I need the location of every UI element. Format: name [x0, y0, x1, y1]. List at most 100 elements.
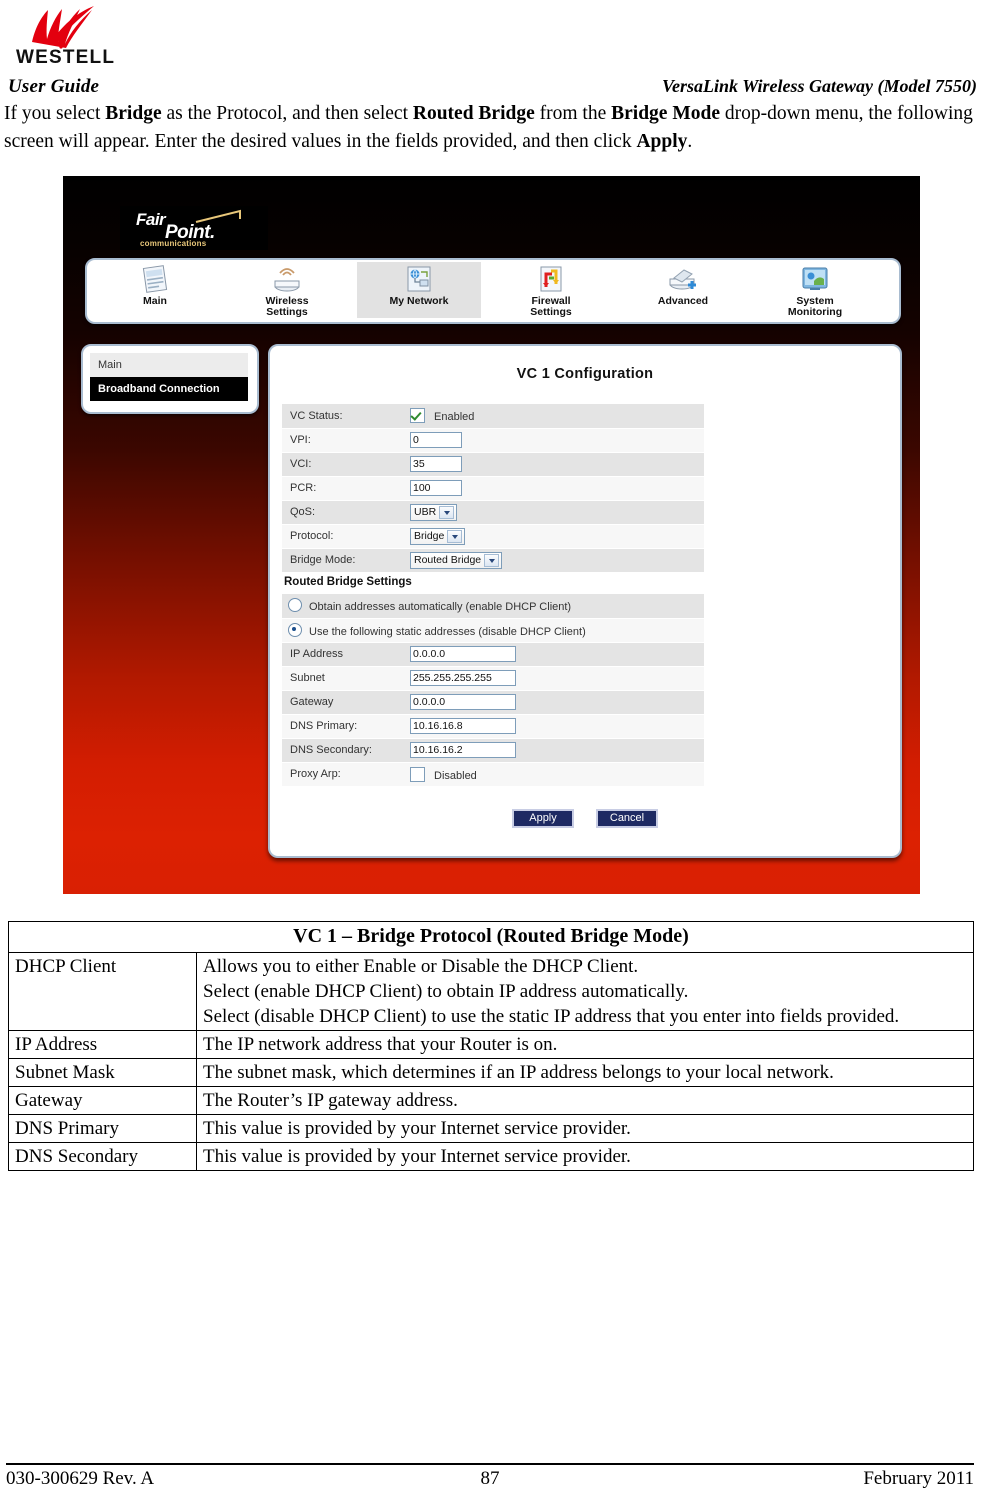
bridge-mode-select[interactable]: Routed Bridge [410, 551, 503, 569]
dhcp-radio-row: Obtain addresses automatically (enable D… [282, 594, 704, 619]
cancel-button[interactable]: Cancel [596, 809, 658, 828]
configuration-panel: VC 1 Configuration VC Status: Enabled VPI:… [268, 344, 902, 858]
field-control: 255.255.255.255 [404, 666, 704, 691]
field-label: VC Status: [282, 404, 404, 429]
radio-cell: Obtain addresses automatically (enable D… [282, 594, 704, 619]
nav-item-my-network[interactable]: My Network [357, 262, 481, 318]
nav-item-label: Main [143, 295, 167, 307]
field-label: Subnet [282, 666, 404, 691]
vci-input[interactable]: 35 [410, 456, 462, 472]
desc-line: The subnet mask, which determines if an … [203, 1062, 834, 1083]
field-label: Bridge Mode: [282, 548, 404, 573]
desc-value: The Router’s IP gateway address. [196, 1086, 974, 1115]
field-label: QoS: [282, 500, 404, 525]
nav-item-label: Wireless Settings [265, 295, 309, 318]
field-label: VCI: [282, 452, 404, 477]
desc-line: The Router’s IP gateway address. [203, 1090, 458, 1111]
wireless-antenna-icon [274, 268, 300, 292]
panel-title: VC 1 Configuration [516, 366, 654, 382]
select-value: UBR [414, 505, 437, 518]
field-control: 0 [404, 428, 704, 453]
footer-rule [6, 1463, 974, 1465]
monitor-screen-icon [802, 267, 828, 290]
form-row: PCR: 100 [282, 476, 704, 501]
desc-table-caption: VC 1 – Bridge Protocol (Routed Bridge Mo… [8, 921, 974, 953]
field-control: 0.0.0.0 [404, 690, 704, 715]
field-label: DNS Primary: [282, 714, 404, 739]
desc-table-row: DNS Secondary This value is provided by y… [8, 1142, 974, 1171]
routed-bridge-settings-heading: Routed Bridge Settings [284, 576, 412, 588]
nav-item-wireless[interactable]: Wireless Settings [225, 262, 349, 318]
desc-line: This value is provided by your Internet … [203, 1118, 631, 1139]
form-row: VCI: 35 [282, 452, 704, 477]
field-label: PCR: [282, 476, 404, 501]
radio-cell: Use the following static addresses (disa… [282, 618, 704, 643]
form-row: DNS Secondary: 10.16.16.2 [282, 738, 704, 763]
field-control: 100 [404, 476, 704, 501]
desc-value: This value is provided by your Internet … [196, 1142, 974, 1171]
router-ui-screenshot: Fair Point. communications Main Wireless S… [63, 176, 920, 894]
chevron-down-icon [444, 510, 451, 515]
desc-line: Select (enable DHCP Client) to obtain IP… [203, 981, 689, 1002]
chevron-down-icon [452, 534, 459, 539]
field-control: 0.0.0.0 [404, 642, 704, 667]
document-page-icon [142, 265, 168, 293]
field-control: Enabled [404, 404, 704, 429]
pcr-input[interactable]: 100 [410, 480, 462, 496]
field-control: UBR [404, 500, 704, 525]
nav-item-label: System Monitoring [787, 295, 843, 318]
vpi-input[interactable]: 0 [410, 432, 462, 448]
apply-button[interactable]: Apply [512, 809, 574, 828]
parameter-description-table: VC 1 – Bridge Protocol (Routed Bridge Mo… [8, 921, 974, 1171]
desc-line: Select (disable DHCP Client) to use the … [203, 1006, 900, 1027]
nav-item-system[interactable]: System Monitoring [753, 262, 877, 318]
field-control: 35 [404, 452, 704, 477]
field-control: Disabled [404, 762, 704, 787]
publication-date: February 2011 [863, 1468, 974, 1489]
vc-configuration-table: VC Status: Enabled VPI: 0 VCI: 35 PCR: 100 QoS: U… [282, 404, 704, 573]
dhcp-radio-0[interactable] [288, 598, 302, 613]
dhcp-radio-1[interactable] [288, 622, 302, 637]
field-control: 10.16.16.8 [404, 714, 704, 739]
desc-key: DNS Primary [8, 1114, 197, 1143]
select-value: Routed Bridge [414, 553, 482, 566]
form-row: Gateway 0.0.0.0 [282, 690, 704, 715]
desc-line: Allows you to either Enable or Disable t… [203, 956, 639, 977]
proxy-arp-checkbox[interactable] [410, 766, 425, 782]
sidebar-menu: Main Broadband Connection [81, 344, 259, 414]
protocol-select[interactable]: Bridge [410, 527, 466, 545]
user-guide-label: User Guide [8, 76, 100, 97]
product-title: VersaLink Wireless Gateway (Model 7550) [662, 76, 977, 96]
desc-value: Allows you to either Enable or Disable t… [196, 952, 974, 1031]
ip-address-input[interactable]: 0.0.0.0 [410, 646, 516, 662]
desc-key: IP Address [8, 1030, 197, 1059]
form-row: Subnet 255.255.255.255 [282, 666, 704, 691]
qos-select[interactable]: UBR [410, 503, 458, 521]
sidebar-item-main[interactable]: Main [90, 353, 248, 377]
desc-line: The IP network address that your Router … [203, 1034, 558, 1055]
subnet-input[interactable]: 255.255.255.255 [410, 670, 516, 686]
desc-table-row: DHCP Client Allows you to either Enable o… [8, 952, 974, 1031]
nav-item-firewall[interactable]: Firewall Settings [489, 262, 613, 318]
dns-primary-input[interactable]: 10.16.16.8 [410, 718, 516, 734]
fairpoint-tagline: communications [140, 239, 207, 248]
field-control: 10.16.16.2 [404, 738, 704, 763]
vc-status-checkbox[interactable] [410, 408, 425, 424]
form-row: Proxy Arp: Disabled [282, 762, 704, 787]
desc-table-row: DNS Primary This value is provided by you… [8, 1114, 974, 1143]
dns-secondary-input[interactable]: 10.16.16.2 [410, 742, 516, 758]
main-nav-bar: Main Wireless Settings My Network Firewall Se… [85, 258, 901, 324]
gateway-input[interactable]: 0.0.0.0 [410, 694, 516, 710]
nav-item-advanced[interactable]: Advanced [621, 262, 745, 318]
sidebar-item-broadband-connection[interactable]: Broadband Connection [90, 377, 248, 401]
firewall-arrows-icon [540, 266, 562, 292]
form-row: VPI: 0 [282, 428, 704, 453]
intro-paragraph: If you select Bridge as the Protocol, an… [4, 103, 973, 152]
dhcp-radio-row: Use the following static addresses (disa… [282, 618, 704, 643]
form-row: Protocol: Bridge [282, 524, 704, 549]
westell-logo: WESTELL [14, 4, 134, 66]
field-label: IP Address [282, 642, 404, 667]
desc-key: DNS Secondary [8, 1142, 197, 1171]
form-row: VC Status: Enabled [282, 404, 704, 429]
nav-item-main[interactable]: Main [93, 262, 217, 318]
